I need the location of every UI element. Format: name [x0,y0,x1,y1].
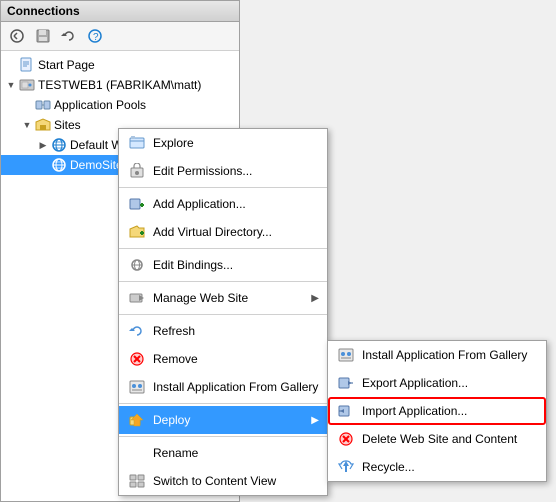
default-site-icon [51,137,67,153]
tree-item-app-pools[interactable]: Application Pools [1,95,239,115]
permissions-icon [127,161,147,181]
server-label: TESTWEB1 (FABRIKAM\matt) [38,78,201,92]
submenu-import-application[interactable]: Import Application... [328,397,546,425]
remove-icon [127,349,147,369]
explore-icon [127,133,147,153]
submenu-recycle[interactable]: Recycle... [328,453,546,481]
sub-export-label: Export Application... [362,376,538,390]
menu-item-switch-content-view[interactable]: Switch to Content View [119,467,327,495]
back-button[interactable] [5,25,29,47]
menu-item-explore[interactable]: Explore [119,129,327,157]
submenu-delete-website[interactable]: Delete Web Site and Content [328,425,546,453]
switch-content-view-label: Switch to Content View [153,474,319,488]
start-page-label: Start Page [38,58,95,72]
sub-install-gallery-label: Install Application From Gallery [362,348,538,362]
separator-5 [119,403,327,404]
app-pools-icon [35,97,51,113]
refresh-label: Refresh [153,324,319,338]
menu-item-edit-bindings[interactable]: Edit Bindings... [119,251,327,279]
separator-2 [119,248,327,249]
tree-item-server[interactable]: ▼ TESTWEB1 (FABRIKAM\matt) [1,75,239,95]
svg-text:?: ? [93,32,99,43]
refresh-button[interactable] [57,25,81,47]
page-icon [19,57,35,73]
explore-label: Explore [153,136,319,150]
rename-icon [127,443,147,463]
menu-item-rename[interactable]: Rename [119,439,327,467]
remove-label: Remove [153,352,319,366]
sub-import-label: Import Application... [362,404,538,418]
demo-site-expand [37,159,49,171]
separator-1 [119,187,327,188]
manage-arrow: ▶ [311,293,319,304]
deploy-submenu: Install Application From Gallery Export … [327,340,547,482]
menu-item-add-application[interactable]: Add Application... [119,190,327,218]
sub-recycle-icon [336,457,356,477]
add-virtual-dir-label: Add Virtual Directory... [153,225,319,239]
sub-gallery-icon [336,345,356,365]
separator-4 [119,314,327,315]
menu-item-refresh[interactable]: Refresh [119,317,327,345]
tree-item-start-page[interactable]: Start Page [1,55,239,75]
add-application-label: Add Application... [153,197,319,211]
menu-item-edit-permissions[interactable]: Edit Permissions... [119,157,327,185]
submenu-export-application[interactable]: Export Application... [328,369,546,397]
separator-6 [119,436,327,437]
menu-item-deploy[interactable]: Deploy ▶ [119,406,327,434]
menu-item-remove[interactable]: Remove [119,345,327,373]
server-icon [19,77,35,93]
switch-icon [127,471,147,491]
sub-delete-label: Delete Web Site and Content [362,432,538,446]
rename-label: Rename [153,446,319,460]
manage-icon [127,288,147,308]
install-gallery-label: Install Application From Gallery [153,380,319,394]
sites-icon [35,117,51,133]
add-vdir-icon [127,222,147,242]
menu-item-add-virtual-dir[interactable]: Add Virtual Directory... [119,218,327,246]
separator-3 [119,281,327,282]
sites-label: Sites [54,118,81,132]
expand-placeholder [5,59,17,71]
app-pools-label: Application Pools [54,98,146,112]
help-button[interactable]: ? [83,25,107,47]
manage-web-site-label: Manage Web Site [153,291,307,305]
edit-bindings-label: Edit Bindings... [153,258,319,272]
default-site-expand: ▶ [37,139,49,151]
bindings-icon [127,255,147,275]
install-gallery-icon [127,377,147,397]
panel-title: Connections [1,1,239,22]
menu-item-install-gallery[interactable]: Install Application From Gallery [119,373,327,401]
deploy-label: Deploy [153,413,307,427]
app-pools-expand [21,99,33,111]
sites-expand-icon: ▼ [21,119,33,131]
submenu-install-gallery[interactable]: Install Application From Gallery [328,341,546,369]
deploy-arrow: ▶ [311,415,319,426]
server-expand-icon: ▼ [5,79,17,91]
deploy-icon [127,410,147,430]
edit-permissions-label: Edit Permissions... [153,164,319,178]
save-button[interactable] [31,25,55,47]
refresh-icon [127,321,147,341]
context-menu: Explore Edit Permissions... Add Applicat… [118,128,328,496]
menu-item-manage-web-site[interactable]: Manage Web Site ▶ [119,284,327,312]
sub-import-icon [336,401,356,421]
sub-recycle-label: Recycle... [362,460,538,474]
toolbar: ? [1,22,239,51]
demo-site-icon [51,157,67,173]
sub-delete-icon [336,429,356,449]
add-app-icon [127,194,147,214]
demo-site-label: DemoSite [70,158,123,172]
sub-export-icon [336,373,356,393]
